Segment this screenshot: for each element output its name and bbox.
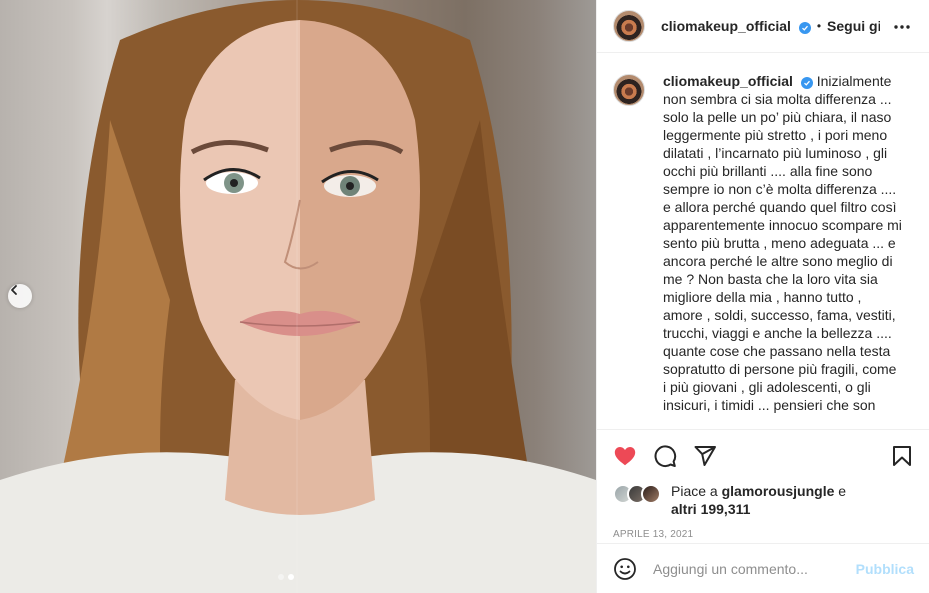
caption-avatar[interactable] (613, 74, 645, 106)
likes-summary: Piace a glamorousjungle e altri 199,311 (613, 482, 913, 518)
caption-row: cliomakeup_official Inizialmente non sem… (613, 72, 914, 414)
heart-icon[interactable] (613, 444, 637, 468)
carousel-dot (278, 574, 284, 580)
publish-button[interactable]: Pubblica (856, 561, 914, 577)
avatar[interactable] (613, 10, 645, 42)
action-bar (597, 429, 929, 481)
post-side-panel: cliomakeup_official • Segui già cliomake… (596, 0, 929, 593)
username-text: cliomakeup_official (661, 18, 791, 34)
likes-text: Piace a glamorousjungle e altri 199,311 (671, 482, 846, 518)
comment-input[interactable] (653, 560, 843, 577)
comment-bar: Pubblica (597, 543, 929, 593)
caption-body: Inizialmente non sembra ci sia molta dif… (663, 73, 902, 413)
portrait-illustration (0, 0, 596, 593)
post-photo (0, 0, 596, 593)
caption-username[interactable]: cliomakeup_official (663, 73, 793, 89)
carousel-indicator (278, 574, 294, 580)
post-header: cliomakeup_official • Segui già (597, 0, 929, 53)
separator-dot: • (816, 19, 822, 33)
likes-conjunction: e (838, 483, 847, 499)
username-link[interactable]: cliomakeup_official (661, 18, 811, 34)
likes-count-link[interactable]: altri 199,311 (671, 501, 750, 517)
avatar (641, 484, 661, 504)
verified-icon (798, 22, 811, 34)
more-dots-icon[interactable] (893, 18, 911, 41)
likes-prefix: Piace a (671, 483, 718, 499)
comment-icon[interactable] (653, 444, 677, 468)
send-icon[interactable] (693, 444, 717, 468)
verified-icon (800, 77, 813, 89)
emoji-icon[interactable] (613, 557, 637, 581)
carousel-prev-button[interactable] (8, 284, 32, 308)
caption-text: cliomakeup_official Inizialmente non sem… (663, 72, 903, 414)
liker-username-link[interactable]: glamorousjungle (722, 483, 835, 499)
liker-avatars (613, 484, 665, 504)
post-date[interactable]: APRILE 13, 2021 (613, 529, 693, 540)
bookmark-icon[interactable] (890, 444, 914, 468)
carousel-dot-active (288, 574, 294, 580)
caption-area[interactable]: cliomakeup_official Inizialmente non sem… (597, 54, 929, 429)
follow-button[interactable]: Segui già (827, 18, 880, 34)
